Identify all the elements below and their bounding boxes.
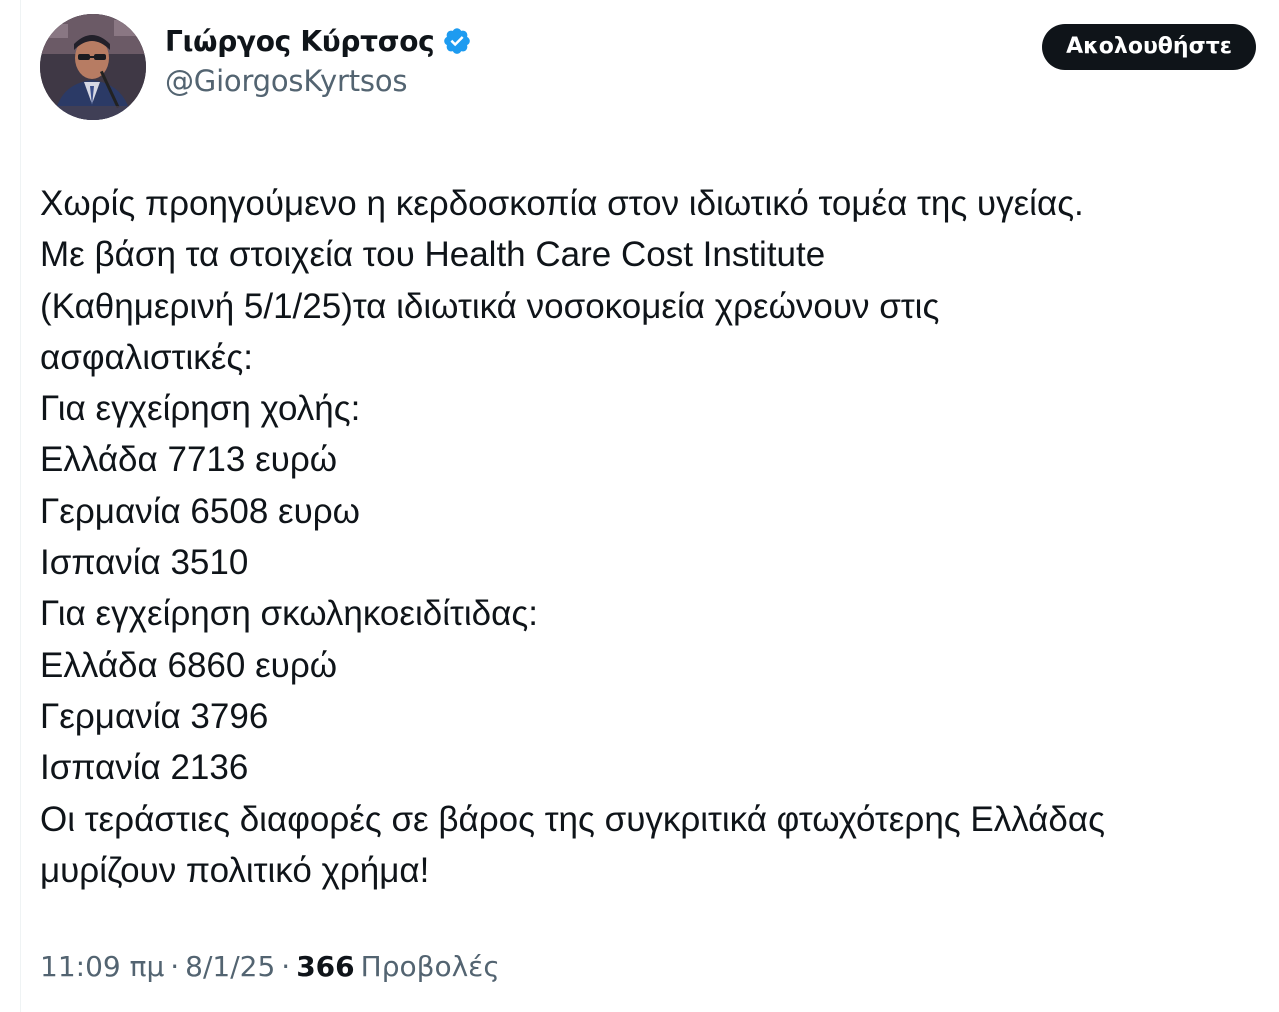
tweet-line: Για εγχείρηση σκωληκοειδίτιδας:: [40, 594, 538, 634]
verified-badge-icon[interactable]: [442, 26, 472, 56]
tweet-line: Ισπανία 3510: [40, 543, 249, 583]
views-count: 366: [296, 950, 355, 983]
tweet-line: Ελλάδα 6860 ευρώ: [40, 645, 338, 685]
meta-separator: ·: [281, 950, 291, 983]
tweet-line: Για εγχείρηση χολής:: [40, 389, 361, 429]
tweet-line: Με βάση τα στοιχεία του Health Care Cost…: [40, 235, 826, 275]
tweet-line: Γερμανία 3796: [40, 696, 269, 736]
tweet-date[interactable]: 8/1/25: [185, 950, 275, 983]
tweet-line: μυρίζουν πολιτικό χρήμα!: [40, 850, 430, 890]
tweet-meta: 11:09 πμ · 8/1/25 · 366 Προβολές: [40, 950, 500, 983]
tweet-line: Ισπανία 2136: [40, 748, 249, 788]
tweet-line: Ελλάδα 7713 ευρώ: [40, 440, 338, 480]
tweet-line: (Καθημερινή 5/1/25)τα ιδιωτικά νοσοκομεί…: [40, 286, 940, 326]
tweet-line: Γερμανία 6508 ευρω: [40, 491, 360, 531]
tweet-text: Χωρίς προηγούμενο η κερδοσκοπία στον ιδι…: [40, 178, 1255, 896]
avatar-image: [40, 14, 146, 120]
follow-button[interactable]: Ακολουθήστε: [1042, 24, 1256, 70]
tweet-card: Γιώργος Κύρτσος @GiorgosKyrtsos Ακολουθή…: [20, 0, 1279, 1012]
author-block: Γιώργος Κύρτσος @GiorgosKyrtsos: [165, 20, 472, 98]
tweet-header: Γιώργος Κύρτσος @GiorgosKyrtsos Ακολουθή…: [40, 14, 1256, 124]
tweet-line: ασφαλιστικές:: [40, 337, 253, 377]
author-handle[interactable]: @GiorgosKyrtsos: [165, 64, 472, 98]
avatar[interactable]: [40, 14, 146, 120]
tweet-line: Χωρίς προηγούμενο η κερδοσκοπία στον ιδι…: [40, 184, 1084, 223]
meta-separator: ·: [170, 950, 180, 983]
tweet-line: Οι τεράστιες διαφορές σε βάρος της συγκρ…: [40, 799, 1106, 839]
display-name-row: Γιώργος Κύρτσος: [165, 20, 472, 62]
author-display-name[interactable]: Γιώργος Κύρτσος: [165, 25, 435, 58]
views-label: Προβολές: [360, 950, 500, 983]
tweet-time[interactable]: 11:09 πμ: [40, 950, 164, 983]
